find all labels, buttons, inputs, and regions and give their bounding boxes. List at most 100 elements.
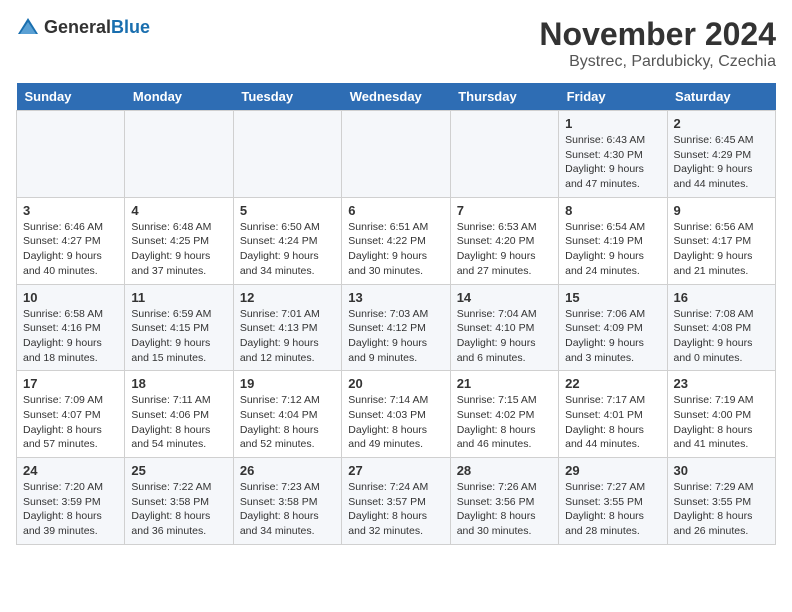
calendar-cell: 8 Sunrise: 6:54 AM Sunset: 4:19 PM Daylig… [559,197,667,284]
calendar-cell [450,111,558,198]
header-tuesday: Tuesday [233,83,341,111]
day-info: Sunrise: 7:11 AM Sunset: 4:06 PM Dayligh… [131,393,226,452]
day-info: Sunrise: 6:58 AM Sunset: 4:16 PM Dayligh… [23,307,118,366]
calendar-table: SundayMondayTuesdayWednesdayThursdayFrid… [16,83,776,545]
day-number: 3 [23,203,118,218]
calendar-cell: 1Sunrise: 6:43 AM Sunset: 4:30 PM Daylig… [559,111,667,198]
header: GeneralBlue November 2024 Bystrec, Pardu… [16,16,776,71]
header-wednesday: Wednesday [342,83,450,111]
calendar-cell: 24 Sunrise: 7:20 AM Sunset: 3:59 PM Dayli… [17,458,125,545]
calendar-week-row: 24 Sunrise: 7:20 AM Sunset: 3:59 PM Dayli… [17,458,776,545]
calendar-cell: 17 Sunrise: 7:09 AM Sunset: 4:07 PM Dayli… [17,371,125,458]
calendar-cell: 27Sunrise: 7:24 AM Sunset: 3:57 PM Dayli… [342,458,450,545]
day-info: Sunrise: 7:17 AM Sunset: 4:01 PM Dayligh… [565,393,660,452]
day-info: Sunrise: 7:26 AM Sunset: 3:56 PM Dayligh… [457,480,552,539]
day-number: 28 [457,463,552,478]
logo-icon [16,16,40,40]
day-number: 24 [23,463,118,478]
day-number: 21 [457,376,552,391]
header-friday: Friday [559,83,667,111]
day-info: Sunrise: 7:06 AM Sunset: 4:09 PM Dayligh… [565,307,660,366]
day-number: 19 [240,376,335,391]
calendar-cell: 9 Sunrise: 6:56 AM Sunset: 4:17 PM Daylig… [667,197,775,284]
day-info: Sunrise: 6:48 AM Sunset: 4:25 PM Dayligh… [131,220,226,279]
day-number: 2 [674,116,769,131]
day-number: 26 [240,463,335,478]
calendar-cell: 10Sunrise: 6:58 AM Sunset: 4:16 PM Dayli… [17,284,125,371]
day-info: Sunrise: 6:50 AM Sunset: 4:24 PM Dayligh… [240,220,335,279]
day-info: Sunrise: 7:08 AM Sunset: 4:08 PM Dayligh… [674,307,769,366]
day-number: 30 [674,463,769,478]
calendar-cell: 16Sunrise: 7:08 AM Sunset: 4:08 PM Dayli… [667,284,775,371]
header-saturday: Saturday [667,83,775,111]
header-monday: Monday [125,83,233,111]
day-number: 15 [565,290,660,305]
location-subtitle: Bystrec, Pardubicky, Czechia [539,53,776,71]
day-number: 17 [23,376,118,391]
calendar-cell [125,111,233,198]
calendar-week-row: 3 Sunrise: 6:46 AM Sunset: 4:27 PM Daylig… [17,197,776,284]
day-info: Sunrise: 7:27 AM Sunset: 3:55 PM Dayligh… [565,480,660,539]
calendar-cell: 12Sunrise: 7:01 AM Sunset: 4:13 PM Dayli… [233,284,341,371]
calendar-cell: 25 Sunrise: 7:22 AM Sunset: 3:58 PM Dayli… [125,458,233,545]
day-number: 9 [674,203,769,218]
day-info: Sunrise: 7:09 AM Sunset: 4:07 PM Dayligh… [23,393,118,452]
calendar-header-row: SundayMondayTuesdayWednesdayThursdayFrid… [17,83,776,111]
day-info: Sunrise: 7:23 AM Sunset: 3:58 PM Dayligh… [240,480,335,539]
day-number: 29 [565,463,660,478]
calendar-cell: 11 Sunrise: 6:59 AM Sunset: 4:15 PM Dayli… [125,284,233,371]
header-sunday: Sunday [17,83,125,111]
day-info: Sunrise: 7:04 AM Sunset: 4:10 PM Dayligh… [457,307,552,366]
calendar-cell: 4 Sunrise: 6:48 AM Sunset: 4:25 PM Daylig… [125,197,233,284]
day-info: Sunrise: 7:03 AM Sunset: 4:12 PM Dayligh… [348,307,443,366]
calendar-cell: 7Sunrise: 6:53 AM Sunset: 4:20 PM Daylig… [450,197,558,284]
calendar-cell [342,111,450,198]
day-number: 20 [348,376,443,391]
day-number: 11 [131,290,226,305]
day-number: 25 [131,463,226,478]
calendar-cell: 22 Sunrise: 7:17 AM Sunset: 4:01 PM Dayli… [559,371,667,458]
day-info: Sunrise: 7:22 AM Sunset: 3:58 PM Dayligh… [131,480,226,539]
calendar-cell: 14Sunrise: 7:04 AM Sunset: 4:10 PM Dayli… [450,284,558,371]
logo: GeneralBlue [16,16,150,40]
logo-text-general: General [44,17,111,37]
calendar-cell [233,111,341,198]
calendar-cell: 5 Sunrise: 6:50 AM Sunset: 4:24 PM Daylig… [233,197,341,284]
day-info: Sunrise: 7:19 AM Sunset: 4:00 PM Dayligh… [674,393,769,452]
calendar-week-row: 1Sunrise: 6:43 AM Sunset: 4:30 PM Daylig… [17,111,776,198]
day-number: 6 [348,203,443,218]
calendar-cell: 3 Sunrise: 6:46 AM Sunset: 4:27 PM Daylig… [17,197,125,284]
calendar-week-row: 10Sunrise: 6:58 AM Sunset: 4:16 PM Dayli… [17,284,776,371]
day-info: Sunrise: 6:56 AM Sunset: 4:17 PM Dayligh… [674,220,769,279]
calendar-cell: 18 Sunrise: 7:11 AM Sunset: 4:06 PM Dayli… [125,371,233,458]
day-number: 12 [240,290,335,305]
calendar-cell: 28 Sunrise: 7:26 AM Sunset: 3:56 PM Dayli… [450,458,558,545]
calendar-cell: 6Sunrise: 6:51 AM Sunset: 4:22 PM Daylig… [342,197,450,284]
day-number: 22 [565,376,660,391]
calendar-cell: 13 Sunrise: 7:03 AM Sunset: 4:12 PM Dayli… [342,284,450,371]
day-info: Sunrise: 7:20 AM Sunset: 3:59 PM Dayligh… [23,480,118,539]
day-info: Sunrise: 6:59 AM Sunset: 4:15 PM Dayligh… [131,307,226,366]
day-info: Sunrise: 6:45 AM Sunset: 4:29 PM Dayligh… [674,133,769,192]
calendar-cell [17,111,125,198]
month-title: November 2024 [539,16,776,53]
day-info: Sunrise: 6:54 AM Sunset: 4:19 PM Dayligh… [565,220,660,279]
calendar-cell: 23 Sunrise: 7:19 AM Sunset: 4:00 PM Dayli… [667,371,775,458]
day-info: Sunrise: 7:24 AM Sunset: 3:57 PM Dayligh… [348,480,443,539]
day-number: 23 [674,376,769,391]
day-number: 4 [131,203,226,218]
header-thursday: Thursday [450,83,558,111]
day-info: Sunrise: 7:14 AM Sunset: 4:03 PM Dayligh… [348,393,443,452]
day-number: 5 [240,203,335,218]
calendar-cell: 19Sunrise: 7:12 AM Sunset: 4:04 PM Dayli… [233,371,341,458]
calendar-cell: 30Sunrise: 7:29 AM Sunset: 3:55 PM Dayli… [667,458,775,545]
day-info: Sunrise: 6:46 AM Sunset: 4:27 PM Dayligh… [23,220,118,279]
day-info: Sunrise: 6:53 AM Sunset: 4:20 PM Dayligh… [457,220,552,279]
day-number: 13 [348,290,443,305]
calendar-cell: 26 Sunrise: 7:23 AM Sunset: 3:58 PM Dayli… [233,458,341,545]
day-number: 8 [565,203,660,218]
calendar-cell: 21Sunrise: 7:15 AM Sunset: 4:02 PM Dayli… [450,371,558,458]
day-number: 18 [131,376,226,391]
calendar-cell: 20 Sunrise: 7:14 AM Sunset: 4:03 PM Dayli… [342,371,450,458]
day-info: Sunrise: 6:43 AM Sunset: 4:30 PM Dayligh… [565,133,660,192]
